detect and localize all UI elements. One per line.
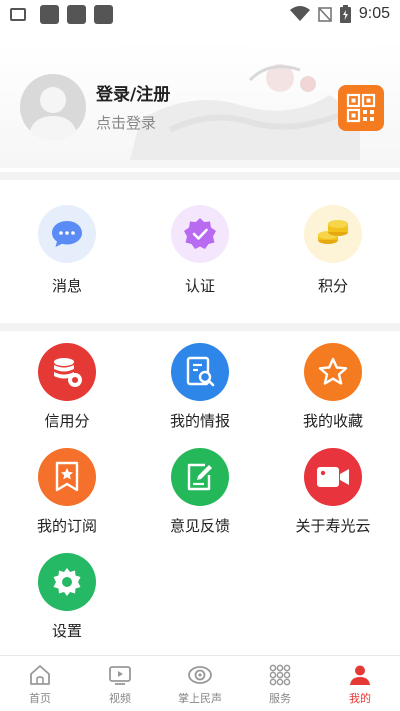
quick-label: 积分 xyxy=(317,277,348,295)
user-icon xyxy=(350,665,370,685)
quick-circle xyxy=(304,205,362,263)
nav-label: 掌上民声 xyxy=(178,692,222,705)
service-circle xyxy=(171,343,229,401)
quick-circle xyxy=(171,205,229,263)
service-circle xyxy=(38,448,96,506)
nav-mine[interactable]: 我的 xyxy=(320,656,400,711)
star-icon xyxy=(318,357,348,385)
bottom-nav: 首页 视频 掌上民声 服务 我的 xyxy=(0,655,400,711)
grid-dots-icon xyxy=(269,664,291,686)
nav-services[interactable]: 服务 xyxy=(240,656,320,711)
nav-home[interactable]: 首页 xyxy=(0,656,80,711)
login-subtitle[interactable]: 点击登录 xyxy=(96,112,156,133)
app-icon xyxy=(40,4,59,24)
app-icon xyxy=(67,4,86,24)
nav-label: 服务 xyxy=(269,692,291,705)
service-feedback[interactable]: 意见反馈 xyxy=(140,448,260,536)
service-circle xyxy=(38,553,96,611)
video-camera-icon xyxy=(317,467,349,487)
quick-item-messages[interactable]: 消息 xyxy=(17,205,117,296)
quick-label: 消息 xyxy=(51,277,82,295)
nav-label: 我的 xyxy=(349,692,371,705)
service-label: 我的情报 xyxy=(169,412,230,430)
service-my-reports[interactable]: 我的情报 xyxy=(140,343,260,431)
report-icon xyxy=(186,356,215,387)
service-my-subscriptions[interactable]: 我的订阅 xyxy=(7,448,127,536)
nav-label: 视频 xyxy=(109,692,131,705)
quick-label: 认证 xyxy=(184,277,215,295)
status-bar: 9:05 xyxy=(0,0,400,28)
badge-check-icon xyxy=(184,218,216,249)
no-signal-icon xyxy=(318,7,332,22)
service-label: 我的收藏 xyxy=(302,412,363,430)
service-circle xyxy=(171,448,229,506)
message-bubble-icon xyxy=(52,221,82,247)
qr-code-button[interactable] xyxy=(338,85,384,131)
quick-item-points[interactable]: 积分 xyxy=(283,205,383,296)
battery-icon xyxy=(339,5,351,23)
service-label: 关于寿光云 xyxy=(295,517,371,535)
qr-code-icon xyxy=(346,93,376,123)
service-label: 意见反馈 xyxy=(169,517,230,535)
service-about[interactable]: 关于寿光云 xyxy=(273,448,393,536)
profile-header[interactable]: 登录/注册 点击登录 xyxy=(0,40,400,168)
app-icon xyxy=(94,4,113,24)
bookmark-star-icon xyxy=(55,461,79,492)
video-play-icon xyxy=(109,666,131,685)
nav-voice[interactable]: 掌上民声 xyxy=(160,656,240,711)
nav-video[interactable]: 视频 xyxy=(80,656,160,711)
service-my-favorites[interactable]: 我的收藏 xyxy=(273,343,393,431)
service-settings[interactable]: 设置 xyxy=(7,553,127,641)
service-label: 我的订阅 xyxy=(36,517,97,535)
wifi-icon xyxy=(289,6,310,21)
service-label: 设置 xyxy=(51,622,82,640)
message-icon xyxy=(10,7,26,21)
service-credit-score[interactable]: 信用分 xyxy=(7,343,127,431)
avatar[interactable] xyxy=(20,74,86,140)
status-time: 9:05 xyxy=(358,5,390,22)
coins-icon xyxy=(318,220,348,244)
service-circle xyxy=(304,343,362,401)
header-decoration xyxy=(130,64,360,160)
edit-note-icon xyxy=(187,463,212,491)
gear-icon xyxy=(53,568,81,596)
quick-item-verify[interactable]: 认证 xyxy=(150,205,250,296)
quick-actions: 消息 认证 积分 xyxy=(0,205,400,305)
nav-label: 首页 xyxy=(29,692,51,705)
avatar-placeholder-icon xyxy=(28,87,78,140)
service-circle xyxy=(304,448,362,506)
section-divider xyxy=(0,323,400,331)
quick-circle xyxy=(38,205,96,263)
database-icon xyxy=(54,358,82,387)
home-icon xyxy=(30,665,50,685)
login-title[interactable]: 登录/注册 xyxy=(96,80,170,105)
section-divider xyxy=(0,172,400,180)
status-right: 9:05 xyxy=(289,5,390,23)
service-circle xyxy=(38,343,96,401)
service-label: 信用分 xyxy=(44,412,90,430)
eye-icon xyxy=(188,666,212,684)
status-left xyxy=(10,4,113,24)
